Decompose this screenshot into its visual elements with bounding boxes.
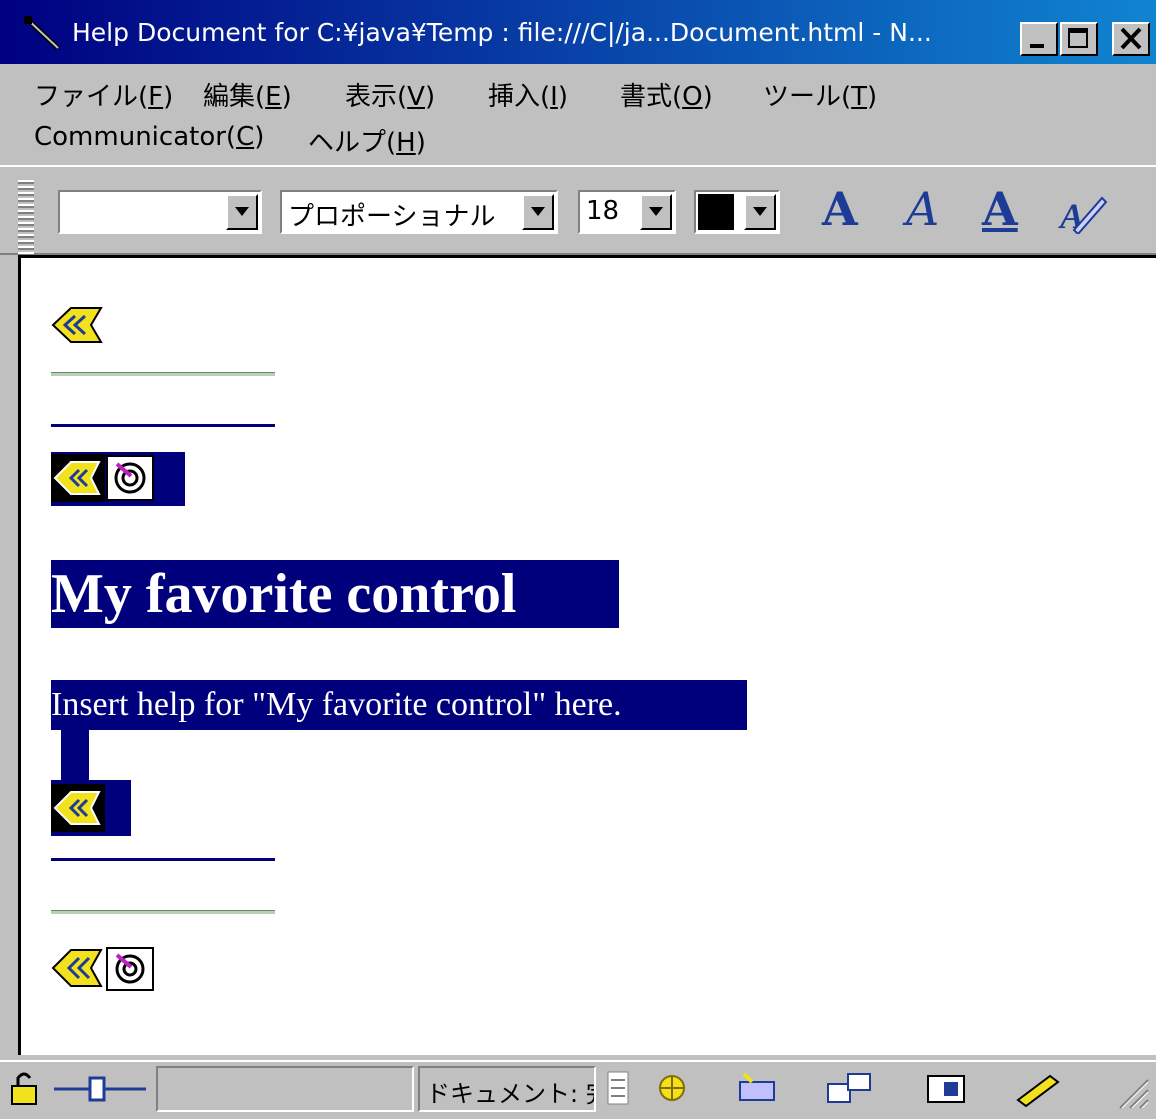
menu-help[interactable]: ヘルプ(H) — [308, 122, 426, 159]
chevron-down-icon[interactable] — [744, 194, 776, 230]
color-swatch — [698, 194, 734, 230]
address-book-icon[interactable] — [922, 1068, 978, 1108]
minimize-button[interactable] — [1020, 22, 1058, 56]
nav-icon-selected — [51, 780, 131, 836]
back-nav-icon[interactable] — [51, 306, 103, 344]
underline-button[interactable]: A — [982, 182, 1018, 236]
window-title: Help Document for C:¥java¥Temp : file://… — [72, 18, 932, 47]
bold-button[interactable]: A — [822, 182, 858, 236]
menu-tools[interactable]: ツール(T) — [763, 76, 877, 113]
maximize-button[interactable] — [1060, 22, 1098, 56]
horizontal-rule — [51, 372, 275, 376]
status-text: ドキュメント: 完 — [426, 1080, 596, 1108]
navigator-icon[interactable] — [648, 1068, 704, 1108]
connection-icon[interactable] — [50, 1070, 154, 1108]
menu-communicator[interactable]: Communicator(C) — [34, 122, 264, 152]
clear-styles-icon[interactable]: A — [1056, 190, 1108, 236]
font-size-select[interactable]: 18 — [578, 190, 676, 234]
text-block-icon — [604, 1068, 632, 1108]
resize-grip-icon[interactable] — [1110, 1074, 1150, 1110]
app-icon[interactable] — [22, 14, 62, 54]
paragraph-style-select[interactable] — [58, 190, 262, 234]
menu-view[interactable]: 表示(V) — [345, 76, 435, 113]
horizontal-rule — [51, 858, 275, 861]
menu-file[interactable]: ファイル(F) — [34, 76, 173, 113]
body-text[interactable]: Insert help for "My favorite control" he… — [51, 680, 747, 730]
newsgroup-icon[interactable] — [822, 1068, 878, 1108]
bottom-nav-icons[interactable] — [51, 944, 157, 994]
menu-bar: ファイル(F) 編集(E) 表示(V) 挿入(I) 書式(O) ツール(T) C… — [0, 64, 1156, 164]
mail-icon[interactable] — [734, 1068, 790, 1108]
composer-icon[interactable] — [1010, 1068, 1070, 1108]
font-color-select[interactable] — [694, 190, 780, 234]
close-button[interactable] — [1112, 22, 1150, 56]
horizontal-rule — [51, 910, 275, 914]
security-lock-icon[interactable] — [8, 1068, 44, 1108]
nav-icons-selected — [51, 452, 185, 506]
selection-highlight — [61, 730, 89, 782]
font-select[interactable]: プロポーショナル — [280, 190, 558, 234]
horizontal-rule — [51, 424, 275, 427]
menu-insert[interactable]: 挿入(I) — [488, 76, 568, 113]
chevron-down-icon[interactable] — [640, 194, 672, 230]
chevron-down-icon[interactable] — [226, 194, 258, 230]
menu-edit[interactable]: 編集(E) — [203, 76, 292, 113]
menu-format[interactable]: 書式(O) — [620, 76, 713, 113]
document-area[interactable]: My favorite control Insert help for "My … — [18, 255, 1156, 1055]
progress-panel — [156, 1066, 414, 1112]
page-title[interactable]: My favorite control — [51, 560, 619, 628]
status-panel: ドキュメント: 完 — [418, 1066, 596, 1112]
toolbar-grip[interactable] — [18, 180, 34, 254]
italic-button[interactable]: A — [906, 182, 939, 236]
chevron-down-icon[interactable] — [522, 194, 554, 230]
